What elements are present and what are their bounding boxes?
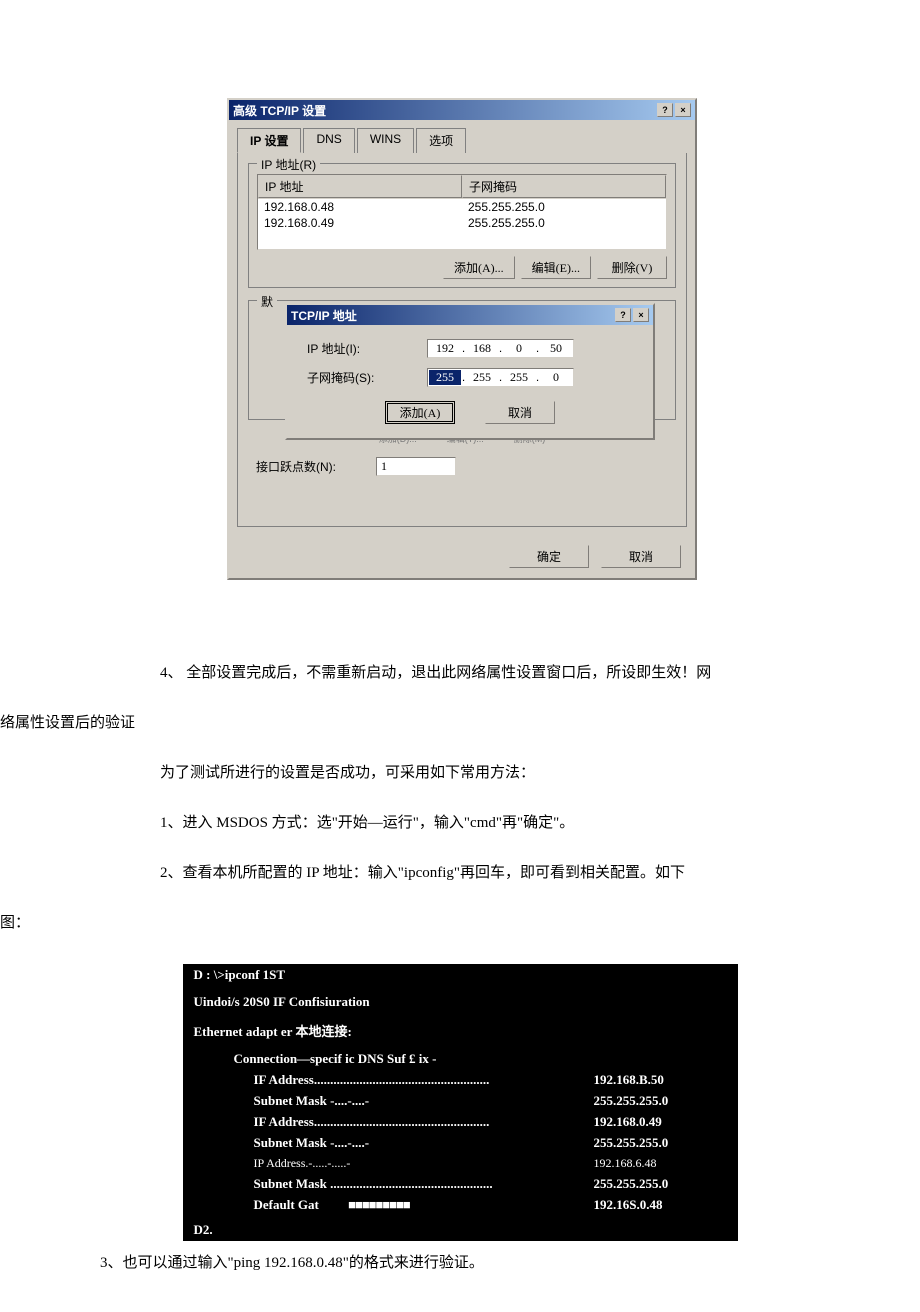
- ip-octet-3[interactable]: [503, 341, 535, 356]
- term-line: Default Gat ■■■■■■■■■: [183, 1195, 583, 1216]
- term-value: 192.168.0.49: [583, 1112, 737, 1133]
- ip-group-label: IP 地址(R): [257, 156, 320, 173]
- advanced-tcpip-dialog: 高级 TCP/IP 设置 ? × IP 设置 DNS WINS 选项 IP 地址…: [227, 98, 697, 580]
- term-line: Subnet Mask -....-....-: [183, 1091, 583, 1112]
- edit-ip-button[interactable]: 编辑(E)...: [521, 256, 591, 279]
- terminal-output: D : \>ipconf 1ST Uindoi/s 20S0 IF Confis…: [183, 964, 738, 1241]
- tcpip-address-dialog: TCP/IP 地址 ? × IP 地址(I): . . . 子网掩码(S): .: [285, 303, 655, 440]
- help-icon[interactable]: ?: [615, 308, 631, 322]
- term-value: [583, 986, 737, 1013]
- ip-address-group: IP 地址(R) IP 地址 子网掩码 192.168.0.48 255.255…: [248, 163, 676, 288]
- term-line: IF Address..............................…: [183, 1112, 583, 1133]
- term-line: Connection—specif ic DNS Suf £ ix -: [183, 1043, 583, 1070]
- term-line: Uindoi/s 20S0 IF Confisiuration: [183, 986, 583, 1013]
- term-line: D : \>ipconf 1ST: [183, 965, 583, 986]
- document-text: 4、 全部设置完成后，不需重新启动，退出此网络属性设置窗口后，所设即生效！网 络…: [130, 652, 790, 944]
- paragraph: 图：: [0, 902, 790, 944]
- paragraph: 3、也可以通过输入"ping 192.168.0.48"的格式来进行验证。: [100, 1251, 820, 1272]
- add-ip-button[interactable]: 添加(A)...: [443, 256, 515, 279]
- tab-wins[interactable]: WINS: [357, 128, 414, 153]
- term-value: 255.255.255.0: [583, 1133, 737, 1154]
- listbox-header: IP 地址 子网掩码: [258, 175, 666, 199]
- term-value: 192.168.6.48: [583, 1154, 737, 1174]
- titlebar: 高级 TCP/IP 设置 ? ×: [229, 100, 695, 120]
- term-value: 192.16S.0.48: [583, 1195, 737, 1216]
- mask-octet-2[interactable]: [466, 370, 498, 385]
- cancel-button[interactable]: 取消: [601, 545, 681, 568]
- header-ip: IP 地址: [258, 175, 462, 198]
- ip-octet-1[interactable]: [429, 341, 461, 356]
- list-item[interactable]: 192.168.0.49 255.255.255.0: [258, 215, 666, 231]
- cell-mask: 255.255.255.0: [462, 216, 666, 230]
- ok-button[interactable]: 确定: [509, 545, 589, 568]
- close-icon[interactable]: ×: [633, 308, 649, 322]
- term-value: 255.255.255.0: [583, 1174, 737, 1195]
- term-value: [583, 965, 737, 986]
- paragraph: 4、 全部设置完成后，不需重新启动，退出此网络属性设置窗口后，所设即生效！网: [130, 652, 790, 694]
- term-line: Subnet Mask ............................…: [183, 1174, 583, 1195]
- term-line: IF Address..............................…: [183, 1070, 583, 1091]
- ip-octet-4[interactable]: [540, 341, 572, 356]
- term-line: Subnet Mask -....-....-: [183, 1133, 583, 1154]
- mask-octet-1[interactable]: [429, 370, 461, 385]
- titlebar-buttons: ? ×: [657, 103, 691, 117]
- ip-address-field[interactable]: . . .: [427, 339, 574, 358]
- mask-octet-4[interactable]: [540, 370, 572, 385]
- inner-titlebar-buttons: ? ×: [615, 308, 649, 322]
- inner-add-button[interactable]: 添加(A): [385, 401, 455, 424]
- tab-dns[interactable]: DNS: [303, 128, 354, 153]
- header-mask: 子网掩码: [462, 175, 666, 198]
- mask-octet-3[interactable]: [503, 370, 535, 385]
- close-icon[interactable]: ×: [675, 103, 691, 117]
- term-value: 255.255.255.0: [583, 1091, 737, 1112]
- paragraph: 2、查看本机所配置的 IP 地址：输入"ipconfig"再回车，即可看到相关配…: [130, 852, 790, 894]
- ip-listbox[interactable]: IP 地址 子网掩码 192.168.0.48 255.255.255.0 19…: [257, 174, 667, 250]
- inner-titlebar: TCP/IP 地址 ? ×: [287, 305, 653, 325]
- listbox-body: 192.168.0.48 255.255.255.0 192.168.0.49 …: [258, 199, 666, 249]
- tab-ip-settings[interactable]: IP 设置: [237, 128, 301, 153]
- cell-ip: 192.168.0.49: [258, 216, 462, 230]
- term-value: [583, 1013, 737, 1043]
- ip-input-label: IP 地址(I):: [307, 340, 427, 357]
- inner-button-row: 添加(A) 取消: [307, 401, 633, 424]
- term-value: [583, 1216, 737, 1241]
- term-line: IP Address.-.....-.....-: [183, 1154, 583, 1174]
- cell-ip: 192.168.0.48: [258, 200, 462, 214]
- inner-cancel-button[interactable]: 取消: [485, 401, 555, 424]
- subnet-mask-field[interactable]: . . .: [427, 368, 574, 387]
- paragraph: 1、进入 MSDOS 方式：选"开始—运行"，输入"cmd"再"确定"。: [130, 802, 790, 844]
- term-value: [583, 1043, 737, 1070]
- dialog-button-row: 确定 取消: [229, 535, 695, 578]
- block-icon: ■■■■■■■■■: [348, 1197, 410, 1213]
- tab-options[interactable]: 选项: [416, 128, 466, 153]
- gateway-label: 默: [257, 293, 277, 310]
- ip-button-row: 添加(A)... 编辑(E)... 删除(V): [257, 256, 667, 279]
- tab-strip: IP 设置 DNS WINS 选项: [237, 128, 687, 153]
- delete-ip-button[interactable]: 删除(V): [597, 256, 667, 279]
- ip-octet-2[interactable]: [466, 341, 498, 356]
- metric-input[interactable]: [376, 457, 456, 476]
- term-line: Ethernet adapt er 本地连接:: [183, 1013, 583, 1043]
- inner-body: IP 地址(I): . . . 子网掩码(S): . . . 添加(A): [287, 325, 653, 438]
- window-title: 高级 TCP/IP 设置: [233, 102, 326, 119]
- mask-input-row: 子网掩码(S): . . .: [307, 368, 633, 387]
- metric-label: 接口跃点数(N):: [256, 458, 376, 475]
- paragraph: 为了测试所进行的设置是否成功，可采用如下常用方法：: [130, 752, 790, 794]
- term-line: D2.: [183, 1216, 583, 1241]
- list-item[interactable]: 192.168.0.48 255.255.255.0: [258, 199, 666, 215]
- mask-input-label: 子网掩码(S):: [307, 369, 427, 386]
- inner-title: TCP/IP 地址: [291, 307, 357, 324]
- ip-input-row: IP 地址(I): . . .: [307, 339, 633, 358]
- paragraph: 络属性设置后的验证: [0, 702, 790, 744]
- cell-mask: 255.255.255.0: [462, 200, 666, 214]
- metric-row: 接口跃点数(N):: [256, 457, 676, 476]
- term-value: 192.168.B.50: [583, 1070, 737, 1091]
- help-icon[interactable]: ?: [657, 103, 673, 117]
